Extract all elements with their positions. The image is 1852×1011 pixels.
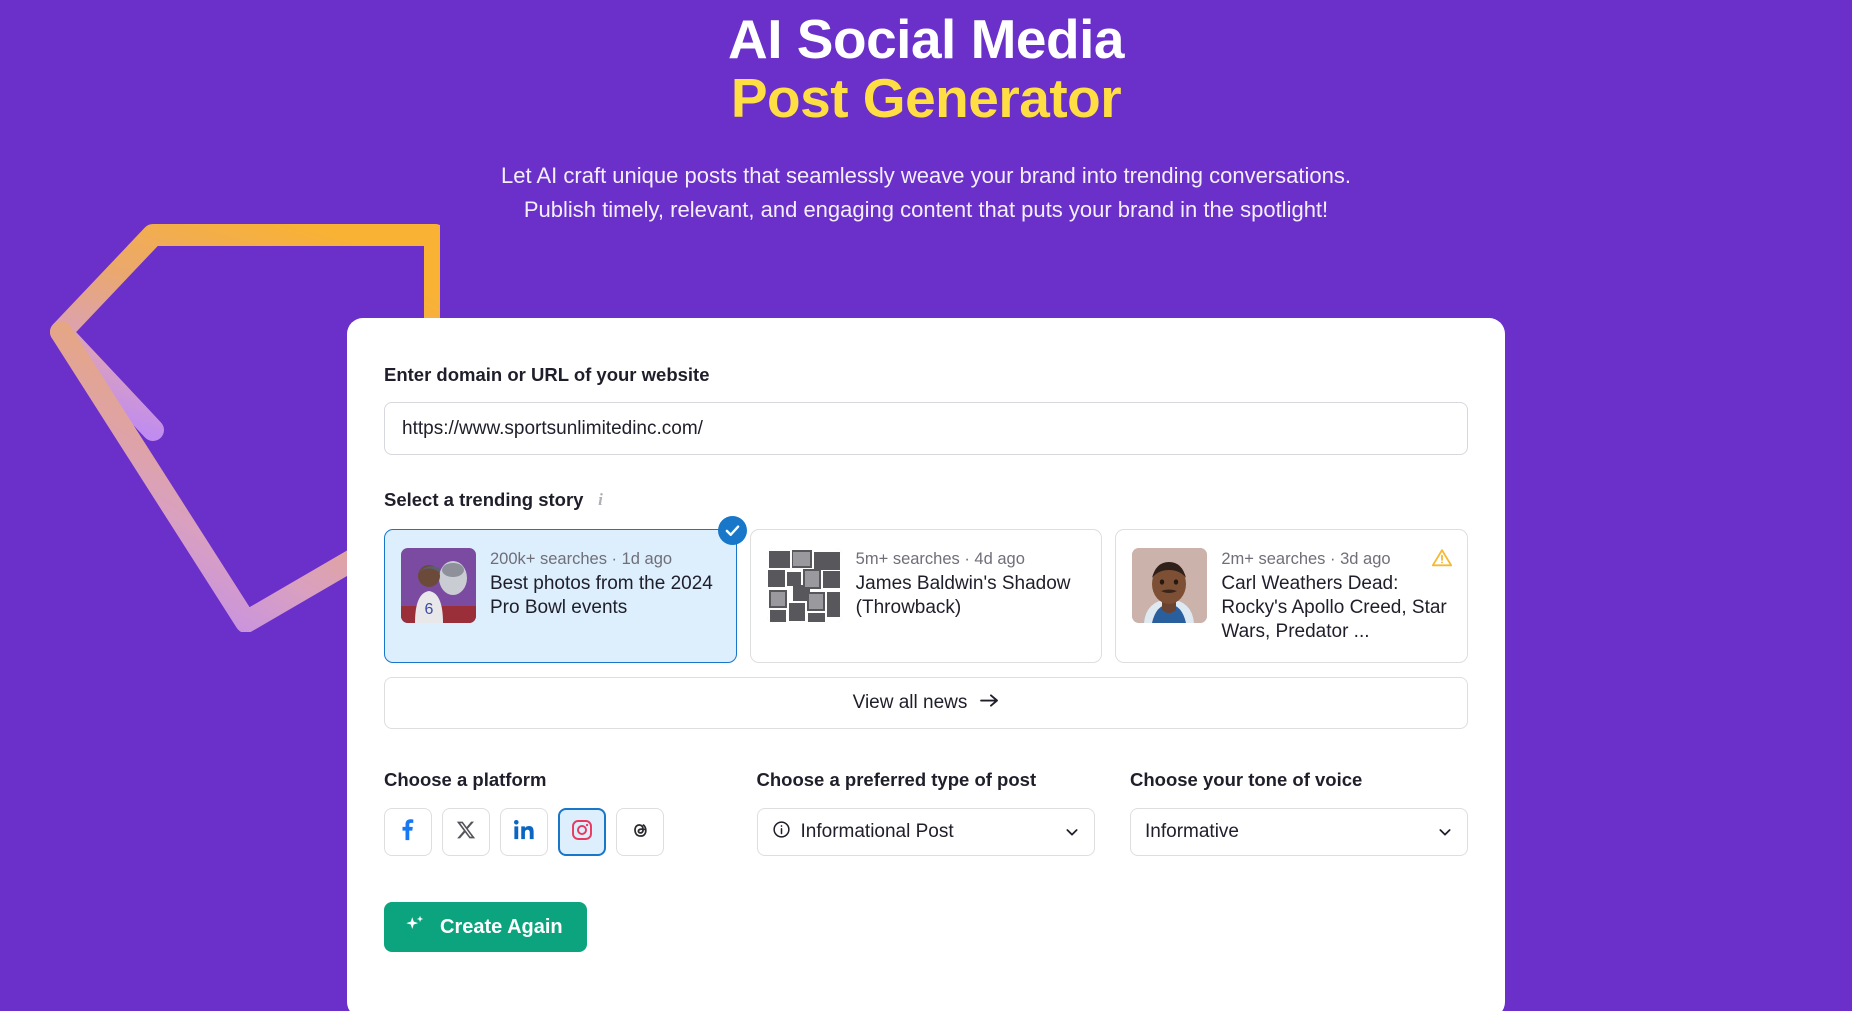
page-title-line2: Post Generator (0, 69, 1852, 128)
tone-select-wrap: Informative (1130, 808, 1468, 856)
story-body: 2m+ searches · 3d ago Carl Weathers Dead… (1221, 548, 1451, 644)
sparkle-icon (404, 913, 426, 941)
trending-story-label-text: Select a trending story (384, 489, 583, 511)
options-row: Choose a platform (384, 769, 1468, 856)
trending-story-label: Select a trending story i (384, 489, 1468, 511)
platform-button-x-twitter[interactable] (442, 808, 490, 856)
view-all-news-label: View all news (853, 692, 968, 714)
tone-label: Choose your tone of voice (1130, 769, 1468, 791)
story-title: Best photos from the 2024 Pro Bowl event… (490, 572, 720, 620)
threads-icon (629, 819, 651, 846)
story-thumbnail (767, 548, 842, 623)
website-url-input[interactable] (384, 402, 1468, 455)
platform-button-threads[interactable] (616, 808, 664, 856)
story-meta: 5m+ searches · 4d ago (856, 550, 1086, 569)
trending-stories-list: 6 200k+ searches · 1d ago Best photos fr… (384, 529, 1468, 663)
hero-section: AI Social Media Post Generator Let AI cr… (0, 0, 1852, 227)
facebook-icon (397, 819, 419, 846)
hero-subtitle: Let AI craft unique posts that seamlessl… (0, 159, 1852, 228)
url-field-label-text: Enter domain or URL of your website (384, 364, 710, 386)
chevron-down-icon (1437, 824, 1453, 840)
trending-story-card[interactable]: 6 200k+ searches · 1d ago Best photos fr… (384, 529, 737, 663)
page-title: AI Social Media Post Generator (0, 10, 1852, 129)
hero-subtitle-line2: Publish timely, relevant, and engaging c… (524, 197, 1328, 222)
x-twitter-icon (456, 820, 476, 845)
check-icon (718, 516, 747, 545)
tone-column: Choose your tone of voice Informative (1130, 769, 1468, 856)
post-type-value: Informational Post (801, 821, 1054, 843)
trending-story-card[interactable]: 2m+ searches · 3d ago Carl Weathers Dead… (1115, 529, 1468, 663)
generator-form-card: Enter domain or URL of your website Sele… (347, 318, 1505, 1011)
create-again-label: Create Again (440, 916, 563, 939)
post-type-label-text: Choose a preferred type of post (757, 769, 1037, 791)
story-thumbnail (1132, 548, 1207, 623)
tone-label-text: Choose your tone of voice (1130, 769, 1362, 791)
chevron-down-icon (1064, 824, 1080, 840)
platform-column: Choose a platform (384, 769, 757, 856)
warning-icon (1431, 547, 1453, 569)
post-type-label: Choose a preferred type of post (757, 769, 1131, 791)
post-type-select-wrap: Informational Post (757, 808, 1095, 856)
arrow-right-icon (980, 692, 999, 714)
view-all-news-button[interactable]: View all news (384, 677, 1468, 729)
linkedin-icon (513, 819, 535, 846)
tone-value: Informative (1145, 821, 1427, 843)
info-icon[interactable]: i (592, 490, 608, 510)
platform-button-linkedin[interactable] (500, 808, 548, 856)
story-body: 200k+ searches · 1d ago Best photos from… (490, 548, 720, 644)
platform-button-facebook[interactable] (384, 808, 432, 856)
create-again-button[interactable]: Create Again (384, 902, 587, 952)
story-thumbnail: 6 (401, 548, 476, 623)
story-meta: 200k+ searches · 1d ago (490, 550, 720, 569)
platform-label-text: Choose a platform (384, 769, 546, 791)
post-type-select[interactable]: Informational Post (757, 808, 1095, 856)
platform-selector (384, 808, 757, 856)
story-title: Carl Weathers Dead: Rocky's Apollo Creed… (1221, 572, 1451, 644)
hero-subtitle-line1: Let AI craft unique posts that seamlessl… (501, 163, 1351, 188)
platform-label: Choose a platform (384, 769, 757, 791)
svg-text:6: 6 (425, 601, 434, 618)
story-meta: 2m+ searches · 3d ago (1221, 550, 1451, 569)
info-circle-icon (772, 820, 791, 845)
platform-button-instagram[interactable] (558, 808, 606, 856)
instagram-icon (571, 819, 593, 846)
tone-select[interactable]: Informative (1130, 808, 1468, 856)
story-title: James Baldwin's Shadow (Throwback) (856, 572, 1086, 620)
trending-story-card[interactable]: 5m+ searches · 4d ago James Baldwin's Sh… (750, 529, 1103, 663)
page-title-line1: AI Social Media (728, 8, 1124, 70)
url-field-label: Enter domain or URL of your website (384, 364, 1468, 386)
story-body: 5m+ searches · 4d ago James Baldwin's Sh… (856, 548, 1086, 644)
post-type-column: Choose a preferred type of post Informat… (757, 769, 1131, 856)
